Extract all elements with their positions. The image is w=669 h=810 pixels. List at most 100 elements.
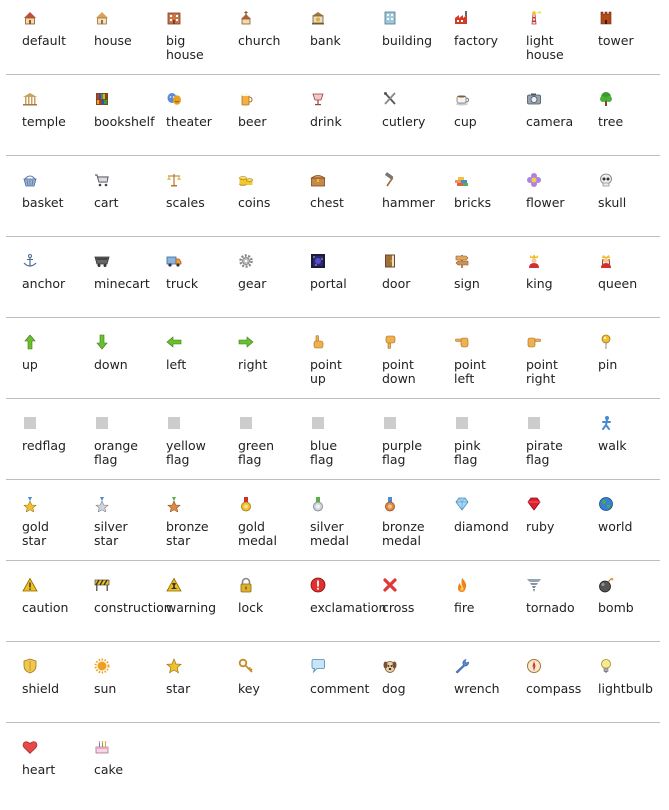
icon-label: pin xyxy=(598,357,618,372)
icon-label: tower xyxy=(598,33,634,48)
icon-tile-tower[interactable]: tower xyxy=(582,0,654,70)
icon-tile-arrow-down[interactable]: down xyxy=(78,324,150,394)
icon-tile-silver-star[interactable]: silver star xyxy=(78,486,150,556)
icon-tile-lightbulb[interactable]: lightbulb xyxy=(582,648,654,718)
icon-tile-factory[interactable]: factory xyxy=(438,0,510,70)
icon-tile-bomb[interactable]: bomb xyxy=(582,567,654,637)
icon-tile-yellow-flag[interactable]: yellow flag xyxy=(150,405,222,475)
cart-icon xyxy=(94,172,110,188)
icon-label: cake xyxy=(94,762,124,777)
icon-tile-minecart[interactable]: minecart xyxy=(78,243,150,313)
cross-icon xyxy=(382,577,398,593)
icon-tile-camera[interactable]: camera xyxy=(510,81,582,151)
icon-tile-gold-medal[interactable]: gold medal xyxy=(222,486,294,556)
cutlery-icon xyxy=(382,91,398,107)
icon-tile-scales[interactable]: scales xyxy=(150,162,222,232)
icon-tile-red-flag[interactable]: redflag xyxy=(6,405,78,475)
icon-tile-gold-star[interactable]: gold star xyxy=(6,486,78,556)
icon-tile-drink[interactable]: drink xyxy=(294,81,366,151)
icon-tile-walk[interactable]: walk xyxy=(582,405,654,475)
icon-tile-orange-flag[interactable]: orange flag xyxy=(78,405,150,475)
icon-tile-tree[interactable]: tree xyxy=(582,81,654,151)
icon-tile-bricks[interactable]: bricks xyxy=(438,162,510,232)
icon-tile-point-down[interactable]: point down xyxy=(366,324,438,394)
arrow-left-icon xyxy=(166,334,182,350)
lock-icon xyxy=(238,577,254,593)
icon-tile-compass[interactable]: compass xyxy=(510,648,582,718)
icon-tile-pink-flag[interactable]: pink flag xyxy=(438,405,510,475)
icon-tile-coins[interactable]: coins xyxy=(222,162,294,232)
icon-tile-king[interactable]: king xyxy=(510,243,582,313)
icon-tile-arrow-left[interactable]: left xyxy=(150,324,222,394)
icon-tile-door[interactable]: door xyxy=(366,243,438,313)
icon-tile-dog[interactable]: dog xyxy=(366,648,438,718)
icon-tile-beer[interactable]: beer xyxy=(222,81,294,151)
icon-tile-cake[interactable]: cake xyxy=(78,729,150,799)
icon-tile-temple[interactable]: temple xyxy=(6,81,78,151)
icon-tile-flower[interactable]: flower xyxy=(510,162,582,232)
icon-tile-heart[interactable]: heart xyxy=(6,729,78,799)
icon-tile-purple-flag[interactable]: purple flag xyxy=(366,405,438,475)
icon-tile-shield[interactable]: shield xyxy=(6,648,78,718)
icon-tile-chest[interactable]: chest xyxy=(294,162,366,232)
icon-tile-pirate-flag[interactable]: pirate flag xyxy=(510,405,582,475)
icon-tile-wrench[interactable]: wrench xyxy=(438,648,510,718)
icon-tile-theater[interactable]: theater xyxy=(150,81,222,151)
icon-tile-exclamation[interactable]: exclamation xyxy=(294,567,386,637)
icon-tile-star[interactable]: star xyxy=(150,648,222,718)
icon-tile-fire[interactable]: fire xyxy=(438,567,510,637)
icon-tile-point-up[interactable]: point up xyxy=(294,324,366,394)
icon-tile-bookshelf[interactable]: bookshelf xyxy=(78,81,154,151)
row-divider xyxy=(6,641,660,642)
icon-tile-portal[interactable]: portal xyxy=(294,243,366,313)
icon-tile-silver-medal[interactable]: silver medal xyxy=(294,486,366,556)
icon-tile-bronze-star[interactable]: bronze star xyxy=(150,486,222,556)
icon-tile-queen[interactable]: queen xyxy=(582,243,654,313)
icon-tile-sun[interactable]: sun xyxy=(78,648,150,718)
icon-tile-cross[interactable]: cross xyxy=(366,567,438,637)
row-divider xyxy=(6,317,660,318)
icon-tile-diamond[interactable]: diamond xyxy=(438,486,510,556)
icon-tile-tornado[interactable]: tornado xyxy=(510,567,582,637)
icon-tile-building[interactable]: building xyxy=(366,0,438,70)
icon-tile-ruby[interactable]: ruby xyxy=(510,486,582,556)
icon-tile-green-flag[interactable]: green flag xyxy=(222,405,294,475)
church-icon xyxy=(238,10,254,26)
icon-tile-church[interactable]: church xyxy=(222,0,294,70)
icon-tile-key[interactable]: key xyxy=(222,648,294,718)
icon-tile-point-right[interactable]: point right xyxy=(510,324,582,394)
icon-tile-bank[interactable]: bank xyxy=(294,0,366,70)
icon-tile-cart[interactable]: cart xyxy=(78,162,150,232)
icon-tile-anchor[interactable]: anchor xyxy=(6,243,78,313)
icon-tile-big-house[interactable]: big house xyxy=(150,0,222,70)
icon-tile-hammer[interactable]: hammer xyxy=(366,162,438,232)
green-flag-icon xyxy=(238,415,254,431)
icon-tile-skull[interactable]: skull xyxy=(582,162,654,232)
icon-tile-basket[interactable]: basket xyxy=(6,162,78,232)
icon-tile-comment[interactable]: comment xyxy=(294,648,369,718)
icon-tile-blue-flag[interactable]: blue flag xyxy=(294,405,366,475)
icon-tile-world[interactable]: world xyxy=(582,486,654,556)
skull-icon xyxy=(598,172,614,188)
icon-tile-caution[interactable]: caution xyxy=(6,567,78,637)
icon-tile-cutlery[interactable]: cutlery xyxy=(366,81,438,151)
comment-icon xyxy=(310,658,326,674)
icon-tile-lock[interactable]: lock xyxy=(222,567,294,637)
building-icon xyxy=(382,10,398,26)
icon-tile-default-house[interactable]: default xyxy=(6,0,78,70)
icon-tile-lighthouse[interactable]: light house xyxy=(510,0,582,70)
icon-tile-house[interactable]: house xyxy=(78,0,150,70)
icon-tile-truck[interactable]: truck xyxy=(150,243,222,313)
point-down-icon xyxy=(382,334,398,350)
icon-tile-construction[interactable]: construction xyxy=(78,567,172,637)
icon-tile-point-left[interactable]: point left xyxy=(438,324,510,394)
icon-tile-arrow-up[interactable]: up xyxy=(6,324,78,394)
icon-tile-arrow-right[interactable]: right xyxy=(222,324,294,394)
icon-tile-bronze-medal[interactable]: bronze medal xyxy=(366,486,438,556)
icon-tile-sign[interactable]: sign xyxy=(438,243,510,313)
icon-label: tree xyxy=(598,114,624,129)
icon-tile-warning[interactable]: warning xyxy=(150,567,222,637)
icon-tile-cup[interactable]: cup xyxy=(438,81,510,151)
icon-tile-pin[interactable]: pin xyxy=(582,324,654,394)
icon-tile-gear[interactable]: gear xyxy=(222,243,294,313)
